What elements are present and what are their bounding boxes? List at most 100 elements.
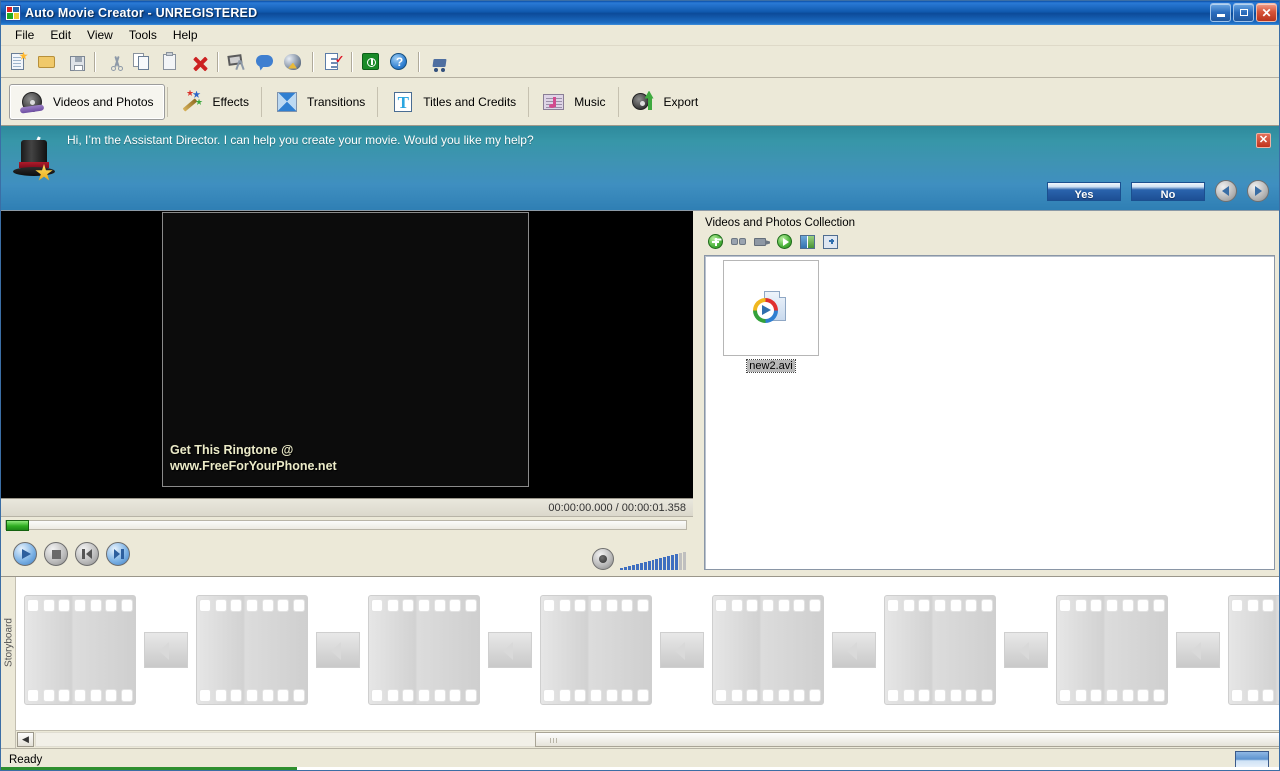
transition-slot[interactable]	[488, 632, 532, 668]
help-button[interactable]: ?	[386, 49, 412, 75]
toolbar-separator	[351, 51, 352, 72]
tab-separator	[617, 86, 619, 117]
storyboard-slot[interactable]	[1056, 595, 1168, 705]
mode-tab-bar: Videos and Photos Effects Transitions T …	[1, 78, 1279, 126]
binoculars-button[interactable]	[731, 234, 747, 250]
tab-separator	[377, 86, 379, 117]
transition-slot[interactable]	[1176, 632, 1220, 668]
camera-capture-button[interactable]	[754, 234, 770, 250]
delete-button[interactable]	[185, 49, 211, 75]
previous-frame-button[interactable]	[75, 542, 99, 566]
transition-slot[interactable]	[144, 632, 188, 668]
transition-slot[interactable]	[832, 632, 876, 668]
storyboard-slot[interactable]	[24, 595, 136, 705]
tab-label: Videos and Photos	[53, 94, 154, 109]
storyboard-scrollbar[interactable]: ◀ ▶	[16, 730, 1279, 748]
collection-toolbar	[701, 232, 1275, 252]
cut-button[interactable]	[101, 49, 127, 75]
storyboard-area[interactable]: ◀ ▶	[16, 577, 1279, 748]
transition-slot[interactable]	[1004, 632, 1048, 668]
storyboard-slot[interactable]	[540, 595, 652, 705]
seek-track[interactable]	[5, 520, 687, 530]
menu-item-edit[interactable]: Edit	[42, 26, 79, 44]
pane-splitter[interactable]	[693, 211, 701, 576]
open-project-button[interactable]	[34, 49, 60, 75]
tab-music[interactable]: Music	[531, 84, 615, 120]
menu-item-help[interactable]: Help	[165, 26, 206, 44]
stop-button[interactable]	[44, 542, 68, 566]
storyboard-panel: Storyboard ◀	[1, 576, 1279, 748]
seek-thumb[interactable]	[6, 520, 29, 531]
main-toolbar: ✓ ?	[1, 46, 1279, 78]
tab-export[interactable]: Export	[621, 84, 709, 120]
assistant-yes-button[interactable]: Yes	[1047, 181, 1121, 201]
assistant-director-banner: Hi, I’m the Assistant Director. I can he…	[1, 126, 1279, 211]
split-clip-button[interactable]	[800, 234, 816, 250]
menu-item-view[interactable]: View	[79, 26, 121, 44]
paste-button[interactable]	[157, 49, 183, 75]
tab-videos-and-photos[interactable]: Videos and Photos	[9, 83, 165, 120]
tab-label: Music	[574, 94, 606, 109]
media-file-name: new2.avi	[746, 359, 796, 373]
checklist-button[interactable]: ✓	[319, 49, 345, 75]
video-frame[interactable]: Get This Ringtone @ www.FreeForYourPhone…	[162, 212, 529, 487]
next-frame-button[interactable]	[106, 542, 130, 566]
speaker-icon[interactable]	[592, 548, 614, 570]
assistant-next-button[interactable]	[1247, 180, 1269, 202]
copy-button[interactable]	[129, 49, 155, 75]
collection-title: Videos and Photos Collection	[705, 217, 856, 229]
overlay-line-1: Get This Ringtone @	[170, 443, 294, 457]
collection-pane: Videos and Photos Collection new2.avi	[701, 211, 1279, 576]
scroll-left-button[interactable]: ◀	[17, 732, 34, 747]
assistant-no-button[interactable]: No	[1131, 181, 1205, 201]
menu-item-file[interactable]: File	[7, 26, 42, 44]
close-button[interactable]: ✕	[1256, 3, 1277, 22]
tab-transitions[interactable]: Transitions	[264, 84, 375, 120]
speech-bubble-button[interactable]	[252, 49, 278, 75]
scrollbar-thumb[interactable]	[535, 732, 1279, 747]
storyboard-tab[interactable]: Storyboard	[1, 577, 16, 748]
assistant-previous-button[interactable]	[1215, 180, 1237, 202]
magician-hat-icon	[11, 136, 61, 184]
list-item[interactable]: new2.avi	[721, 260, 821, 373]
assistant-message: Hi, I’m the Assistant Director. I can he…	[67, 133, 534, 147]
storyboard-slot[interactable]	[1228, 595, 1279, 705]
buy-cart-icon	[431, 58, 448, 72]
clip-trim-button[interactable]	[224, 49, 250, 75]
banner-close-button[interactable]: ✕	[1256, 133, 1271, 148]
save-project-button[interactable]	[62, 49, 88, 75]
status-text: Ready	[9, 753, 43, 766]
transition-slot[interactable]	[660, 632, 704, 668]
tab-label: Titles and Credits	[423, 94, 517, 109]
storyboard-slot[interactable]	[196, 595, 308, 705]
overlay-line-2: www.FreeForYourPhone.net	[170, 459, 337, 473]
storyboard-slot[interactable]	[884, 595, 996, 705]
media-file-icon	[752, 289, 790, 327]
tab-effects[interactable]: Effects	[170, 84, 259, 120]
toolbar-separator	[217, 51, 218, 72]
media-thumbnail[interactable]	[723, 260, 819, 356]
new-project-button[interactable]	[6, 49, 32, 75]
scrollbar-trough[interactable]	[35, 732, 1279, 747]
capture-frame-button[interactable]	[823, 234, 839, 250]
transition-slot[interactable]	[316, 632, 360, 668]
tab-label: Effects	[212, 94, 249, 109]
video-preview-area[interactable]: Get This Ringtone @ www.FreeForYourPhone…	[1, 211, 693, 498]
info-button[interactable]	[358, 49, 384, 75]
volume-slider[interactable]	[620, 552, 686, 570]
play-button[interactable]	[13, 542, 37, 566]
tab-separator	[528, 86, 530, 117]
effects-blob-button[interactable]	[280, 49, 306, 75]
buy-cart-button[interactable]	[425, 49, 451, 75]
menu-item-tools[interactable]: Tools	[121, 26, 165, 44]
tab-titles-and-credits[interactable]: T Titles and Credits	[380, 84, 526, 120]
play-media-button[interactable]	[777, 234, 793, 250]
restore-button[interactable]	[1233, 3, 1254, 22]
storyboard-label: Storyboard	[3, 618, 15, 667]
storyboard-slot[interactable]	[368, 595, 480, 705]
seek-bar[interactable]	[1, 517, 693, 532]
minimize-button[interactable]	[1210, 3, 1231, 22]
add-media-button[interactable]	[708, 234, 724, 250]
storyboard-slot[interactable]	[712, 595, 824, 705]
collection-list[interactable]: new2.avi	[704, 255, 1275, 570]
